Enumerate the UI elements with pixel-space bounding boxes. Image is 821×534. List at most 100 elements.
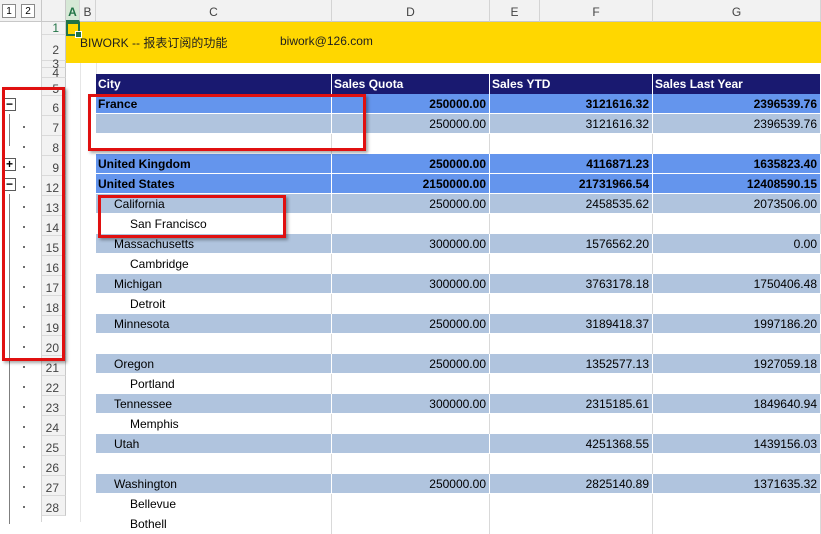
- column-header-c[interactable]: C: [96, 0, 332, 22]
- collapse-group-icon[interactable]: −: [3, 98, 16, 111]
- cell-quota[interactable]: 300000.00: [332, 274, 490, 294]
- cell-last[interactable]: 1750406.48: [653, 274, 821, 294]
- cell-city[interactable]: Washington: [96, 474, 332, 494]
- cell-ytd[interactable]: 4251368.55: [490, 434, 653, 454]
- cell-ytd[interactable]: [490, 414, 653, 434]
- cell-ytd[interactable]: 3763178.18: [490, 274, 653, 294]
- row-header-8[interactable]: 8: [42, 136, 66, 156]
- row-header-25[interactable]: 25: [42, 436, 66, 456]
- cell-city[interactable]: United States: [96, 174, 332, 194]
- expand-group-icon[interactable]: +: [3, 158, 16, 171]
- cell-city[interactable]: [96, 334, 332, 354]
- collapse-group-icon[interactable]: −: [3, 178, 16, 191]
- cell-quota[interactable]: 250000.00: [332, 114, 490, 134]
- cell-last[interactable]: 12408590.15: [653, 174, 821, 194]
- cell-city[interactable]: United Kingdom: [96, 154, 332, 174]
- cell-ytd[interactable]: 21731966.54: [490, 174, 653, 194]
- cell-quota[interactable]: [332, 454, 490, 474]
- row-header-14[interactable]: 14: [42, 216, 66, 236]
- cell-last[interactable]: 1927059.18: [653, 354, 821, 374]
- cell-city[interactable]: San Francisco: [96, 214, 332, 234]
- row-header-5[interactable]: 5: [42, 78, 66, 96]
- cell-quota[interactable]: 250000.00: [332, 314, 490, 334]
- cell-last[interactable]: [653, 454, 821, 474]
- cell-ytd[interactable]: 1352577.13: [490, 354, 653, 374]
- row-header-9[interactable]: 9: [42, 156, 66, 176]
- cell-last[interactable]: 2073506.00: [653, 194, 821, 214]
- active-cell-cursor[interactable]: [66, 22, 82, 38]
- cell-quota[interactable]: 300000.00: [332, 234, 490, 254]
- cell-city[interactable]: Memphis: [96, 414, 332, 434]
- cell-quota[interactable]: [332, 374, 490, 394]
- cell-ytd[interactable]: [490, 254, 653, 274]
- cell-city[interactable]: Tennessee: [96, 394, 332, 414]
- column-header-d[interactable]: D: [332, 0, 490, 22]
- cell-ytd[interactable]: [490, 294, 653, 314]
- cell-quota[interactable]: [332, 414, 490, 434]
- cell-ytd[interactable]: 2315185.61: [490, 394, 653, 414]
- cell-last[interactable]: [653, 334, 821, 354]
- row-header-27[interactable]: 27: [42, 476, 66, 496]
- row-header-15[interactable]: 15: [42, 236, 66, 256]
- cell-quota[interactable]: 250000.00: [332, 194, 490, 214]
- cell-last[interactable]: [653, 514, 821, 534]
- row-header-6[interactable]: 6: [42, 96, 66, 116]
- row-header-19[interactable]: 19: [42, 316, 66, 336]
- cell-city[interactable]: Bellevue: [96, 494, 332, 514]
- cell-city[interactable]: Utah: [96, 434, 332, 454]
- cell-last[interactable]: 1635823.40: [653, 154, 821, 174]
- row-header-17[interactable]: 17: [42, 276, 66, 296]
- cell-quota[interactable]: [332, 294, 490, 314]
- row-header-16[interactable]: 16: [42, 256, 66, 276]
- row-header-7[interactable]: 7: [42, 116, 66, 136]
- row-header-20[interactable]: 20: [42, 336, 66, 356]
- row-header-4[interactable]: 4: [42, 67, 66, 79]
- cell-city[interactable]: Massachusetts: [96, 234, 332, 254]
- cell-city[interactable]: [96, 454, 332, 474]
- cell-city[interactable]: Minnesota: [96, 314, 332, 334]
- cell-quota[interactable]: 250000.00: [332, 94, 490, 114]
- outline-level-2-button[interactable]: 2: [21, 4, 35, 18]
- cell-city[interactable]: Detroit: [96, 294, 332, 314]
- cell-quota[interactable]: [332, 514, 490, 534]
- cell-quota[interactable]: 250000.00: [332, 354, 490, 374]
- cell-ytd[interactable]: [490, 514, 653, 534]
- cell-city[interactable]: Oregon: [96, 354, 332, 374]
- cell-last[interactable]: 0.00: [653, 234, 821, 254]
- cell-city[interactable]: Michigan: [96, 274, 332, 294]
- cell-ytd[interactable]: [490, 334, 653, 354]
- cell-quota[interactable]: [332, 134, 490, 154]
- outline-level-1-button[interactable]: 1: [2, 4, 16, 18]
- row-header-13[interactable]: 13: [42, 196, 66, 216]
- cell-city[interactable]: California: [96, 194, 332, 214]
- row-header-21[interactable]: 21: [42, 356, 66, 376]
- cell-city[interactable]: Cambridge: [96, 254, 332, 274]
- cell-quota[interactable]: 250000.00: [332, 474, 490, 494]
- cell-city[interactable]: [96, 134, 332, 154]
- cell-quota[interactable]: [332, 254, 490, 274]
- cell-quota[interactable]: 250000.00: [332, 154, 490, 174]
- cell-last[interactable]: 1997186.20: [653, 314, 821, 334]
- column-header-g[interactable]: G: [653, 0, 821, 22]
- cell-city[interactable]: Portland: [96, 374, 332, 394]
- cell-last[interactable]: [653, 414, 821, 434]
- cell-last[interactable]: 2396539.76: [653, 114, 821, 134]
- cell-last[interactable]: [653, 134, 821, 154]
- column-header-b[interactable]: B: [80, 0, 96, 22]
- cell-last[interactable]: 2396539.76: [653, 94, 821, 114]
- cell-quota[interactable]: 2150000.00: [332, 174, 490, 194]
- row-header-26[interactable]: 26: [42, 456, 66, 476]
- cell-ytd[interactable]: [490, 454, 653, 474]
- cell-city[interactable]: France: [96, 94, 332, 114]
- cell-ytd[interactable]: 1576562.20: [490, 234, 653, 254]
- cell-ytd[interactable]: 2825140.89: [490, 474, 653, 494]
- row-header-24[interactable]: 24: [42, 416, 66, 436]
- cell-ytd[interactable]: 3121616.32: [490, 114, 653, 134]
- column-header-a[interactable]: A: [66, 0, 80, 22]
- cell-quota[interactable]: [332, 334, 490, 354]
- cell-ytd[interactable]: 4116871.23: [490, 154, 653, 174]
- cell-ytd[interactable]: [490, 374, 653, 394]
- cell-last[interactable]: [653, 214, 821, 234]
- cell-last[interactable]: [653, 494, 821, 514]
- cell-last[interactable]: 1371635.32: [653, 474, 821, 494]
